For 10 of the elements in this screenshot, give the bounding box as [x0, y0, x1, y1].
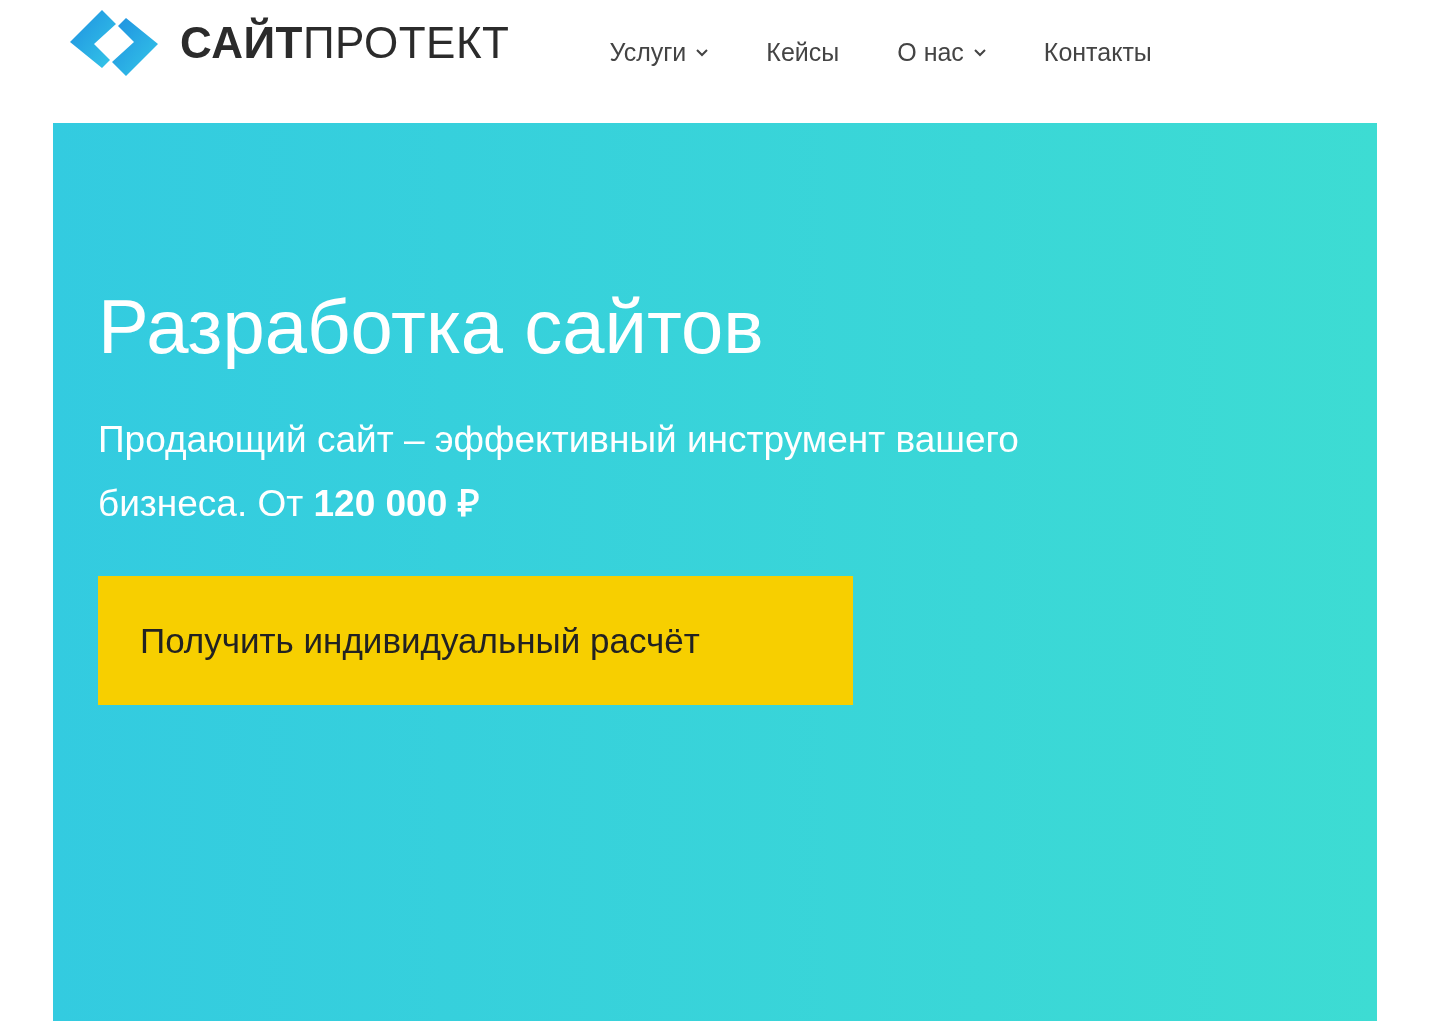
- nav-link[interactable]: Контакты: [1043, 38, 1152, 67]
- nav-link[interactable]: О нас: [897, 38, 986, 67]
- chevron-down-icon: [973, 48, 986, 57]
- hero-subtitle: Продающий сайт – эффективный инструмент вашего бизнеса. От 120 000 ₽: [98, 418, 1020, 526]
- cta-button[interactable]: Получить индивидуальный расчёт: [98, 576, 853, 705]
- nav-link[interactable]: Кейсы: [766, 38, 840, 67]
- chevron-down-icon: [696, 48, 709, 57]
- hero-title: Разработка сайтов: [98, 283, 765, 370]
- nav-link[interactable]: Услуги: [609, 38, 709, 67]
- logo-text[interactable]: САЙТПРОТЕКТ: [180, 18, 510, 68]
